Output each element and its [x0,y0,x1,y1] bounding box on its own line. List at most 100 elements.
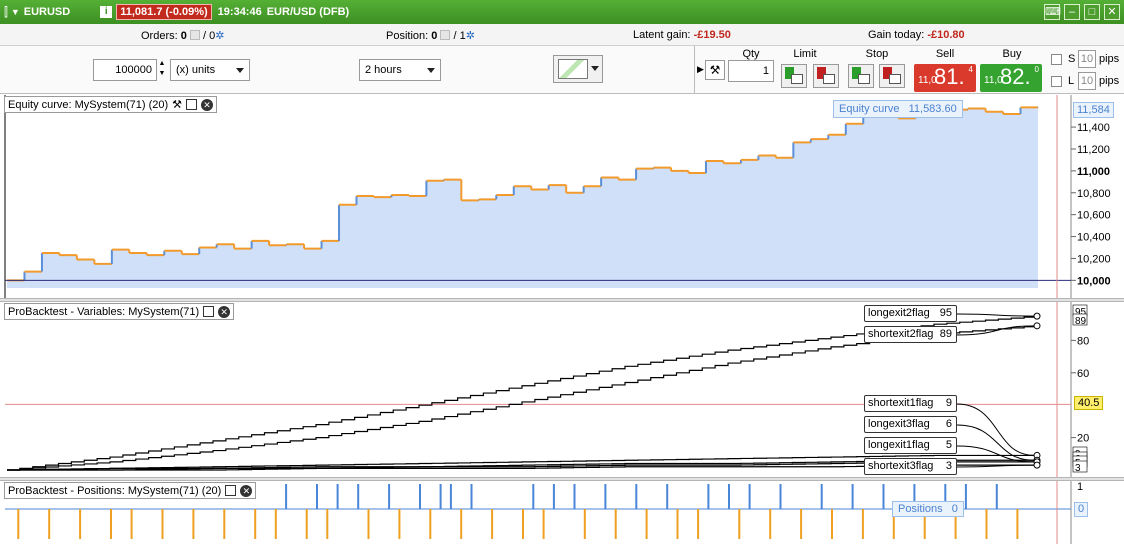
close-icon[interactable]: ✕ [1104,4,1120,20]
long-position-bar [357,484,360,509]
gear-icon[interactable]: ✲ [466,30,475,42]
quantity-stepper[interactable]: ▲ ▼ [157,59,167,81]
flag-value: 89 [939,328,952,340]
info-icon[interactable]: i [100,6,113,18]
close-position-icon[interactable] [440,30,451,40]
short-position-bar [676,509,679,539]
candles-icon[interactable]: ⫿ [4,5,8,20]
flag-value: 6 [945,418,952,430]
buy-stop-button[interactable] [848,64,874,88]
qty-input[interactable]: 1 [728,60,774,82]
short-position-bar [17,509,20,539]
long-position-bar [316,484,318,509]
minimize-icon[interactable]: – [1064,4,1080,20]
close-icon[interactable]: ✕ [240,484,253,497]
collapse-arrow-icon[interactable]: ▶ [697,64,704,75]
close-icon[interactable]: ✕ [201,98,214,111]
y-tick-label: 80 [1077,335,1089,347]
gain-today: Gain today: -£10.80 [868,29,965,41]
short-position-bar [429,509,432,539]
short-position-bar [398,509,401,539]
short-position-bar [274,509,277,539]
cancel-orders-icon[interactable] [189,30,200,40]
positions-panel-header: ProBacktest - Positions: MySystem(71) (2… [4,482,257,499]
instrument-symbol[interactable]: EURUSD [24,6,70,18]
long-position-bar [285,484,288,509]
short-position-bar [79,509,82,539]
flag-label: longexit1flag 5 [864,437,957,454]
position-info: Position: 0 / 1✲ [386,30,475,42]
buy-button[interactable]: 11,0 82. 0 [980,64,1042,92]
instrument-name: EUR/USD (DFB) [266,6,350,18]
long-position-bar [851,484,854,509]
flag-name: shortexit2flag [868,328,934,340]
long-position-bar [470,484,473,509]
quantity-input[interactable]: 100000 [93,59,157,81]
gear-icon[interactable]: ✲ [215,30,224,42]
flag-label: shortexit2flag 89 [864,326,957,343]
y-tick-label: 60 [1077,368,1089,380]
flag-name: longexit2flag [868,307,930,319]
orders-info: Orders: 0 / 0✲ [141,30,225,42]
long-position-bar [439,484,442,509]
close-icon[interactable]: ✕ [218,305,231,318]
stop-loss-checkbox[interactable] [1051,54,1062,65]
short-position-bar [110,509,112,539]
positions-axis-zero: 0 [1074,502,1089,517]
variables-panel: 20 60 80 95 89 9 6 5 3 ProBacktest - Variables: … [0,302,1124,478]
flag-name: shortexit1flag [868,397,934,409]
wrench-icon[interactable]: ⚒ [172,98,182,111]
short-position-bar [542,509,545,539]
long-position-bar [666,484,669,509]
equity-current-label: 11,584 [1073,102,1114,118]
positions-axis-top: 1 [1077,481,1084,493]
chevron-down-icon [236,68,244,73]
long-position-bar [707,484,710,509]
sell-stop-button[interactable] [879,64,905,88]
timeframe-select[interactable]: 2 hours [359,59,441,81]
short-position-bar [614,509,617,539]
limit-checkbox[interactable] [1051,76,1062,87]
short-position-bar [130,509,133,539]
wrench-button[interactable]: ⚒ [705,60,725,80]
limit-pips-input[interactable]: 10 [1078,72,1096,90]
y-tick-label: 20 [1077,433,1089,445]
dropdown-icon[interactable]: ▼ [11,7,20,17]
stop-pips-input[interactable]: 10 [1078,50,1096,68]
window-icon[interactable] [186,99,198,110]
y-tick-label: 11,000 [1077,166,1110,178]
long-position-bar [964,484,967,509]
flag-value: 9 [945,397,952,409]
long-position-bar [388,484,391,509]
window-icon[interactable] [203,306,215,317]
y-tick-label: 10,800 [1077,188,1111,200]
sell-button[interactable]: 11,0 81. 4 [914,64,976,92]
flag-name: longexit1flag [868,439,930,451]
title-bar: ⫿ ▼ EURUSD i 11,081.7 (-0.09%) 19:34:46 … [0,0,1124,24]
units-select[interactable]: (x) units [170,59,250,81]
equity-legend: Equity curve 11,583.60 [833,100,963,118]
account-info-bar: Orders: 0 / 0✲ Position: 0 / 1✲ Latent g… [0,24,1124,46]
long-position-bar [995,484,998,509]
long-position-bar [532,484,535,509]
short-position-bar [161,509,164,539]
short-position-bar [697,509,700,539]
price-change-chip: 11,081.7 (-0.09%) [116,4,212,20]
flag-label: longexit3flag 6 [864,416,957,433]
chart-type-button[interactable] [553,55,603,83]
maximize-icon[interactable]: □ [1084,4,1100,20]
short-position-bar [48,509,51,539]
long-position-bar [820,484,823,509]
sell-limit-button[interactable] [813,64,839,88]
long-position-bar [748,484,751,509]
flag-value: 95 [939,307,952,319]
equity-panel-header: Equity curve: MySystem(71) (20) ⚒ ✕ [4,96,218,113]
short-position-bar [305,509,308,539]
long-position-bar [419,484,421,509]
window-icon[interactable] [225,485,237,496]
equity-curve-chart: 10,000 10,200 10,400 10,600 10,800 11,000 11,2… [0,95,1124,299]
flag-name: shortexit3flag [868,460,934,472]
short-position-bar [645,509,648,539]
buy-limit-button[interactable] [781,64,807,88]
keyboard-icon[interactable]: ⌨ [1044,4,1061,20]
